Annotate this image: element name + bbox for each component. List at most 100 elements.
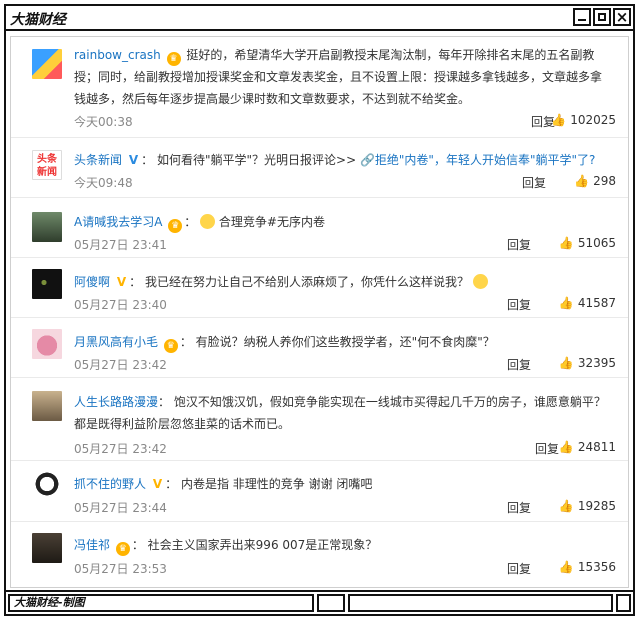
thumbs-up-icon: 👍 [558,560,574,574]
verified-icon: V [116,275,127,289]
like-button[interactable]: 👍 51065 [559,236,616,250]
reply-button[interactable]: 回复 [507,296,531,313]
comment-time: 05月27日 23:53 [74,562,167,576]
comment-text: 合理竞争#无序内卷 [218,215,325,229]
comment-body: 阿傻啊 V： 我已经在努力让自己不给别人添麻烦了，你凭什么这样说我？ [74,271,612,293]
avatar[interactable] [32,49,62,79]
reply-button[interactable]: 回复 [522,174,546,191]
thumbs-up-icon: 👍 [558,296,574,310]
reply-button[interactable]: 回复 [507,356,531,373]
status-bar: 大猫财经-制图 [6,590,633,614]
minimize-icon [578,19,586,21]
like-count: 51065 [577,236,616,250]
comment-item: A请喊我去学习A ♛： 合理竞争#无序内卷 05月27日 23:41 回复 👍 5… [11,198,628,258]
username[interactable]: 头条新闻 [74,153,122,167]
comment-text: 如何看待"躺平学"？光明日报评论>> [156,153,357,167]
username[interactable]: 人生长路路漫漫 [74,395,158,409]
vip-icon: ♛ [115,542,130,556]
avatar[interactable] [32,391,62,421]
like-count: 41587 [577,296,616,310]
thumbs-up-icon: 👍 [551,113,567,127]
like-button[interactable]: 👍 102025 [551,113,616,127]
like-count: 102025 [570,113,616,127]
comment-text: 有脸说？纳税人养你们这些教授学者，还"何不食肉糜"？ [195,335,495,349]
username[interactable]: 阿傻啊 [74,275,110,289]
like-count: 15356 [577,560,616,574]
vip-icon: ♛ [166,52,181,66]
like-button[interactable]: 👍 41587 [559,296,616,310]
comment-body: 冯佳祁 ♛： 社会主义国家弄出来996 007是正常现象？ [74,538,378,556]
close-icon: × [615,8,629,26]
maximize-button[interactable] [593,8,611,26]
minimize-button[interactable] [573,8,591,26]
avatar[interactable] [32,212,62,242]
thumbs-up-icon: 👍 [558,236,574,250]
username[interactable]: rainbow_crash [74,48,161,62]
comment-time: 05月27日 23:42 [74,442,167,456]
thumbs-up-icon: 👍 [558,356,574,370]
article-link[interactable]: 拒绝"内卷"，年轻人开始信奉"躺平学"了? [375,153,595,167]
thumbs-up-icon: 👍 [558,440,574,454]
status-cell [317,594,345,612]
comment-time: 05月27日 23:41 [74,238,167,252]
avatar[interactable] [32,533,62,563]
avatar[interactable] [32,472,62,502]
reply-button[interactable]: 回复 [507,560,531,577]
like-count: 24811 [577,440,616,454]
comment-text: 我已经在努力让自己不给别人添麻烦了，你凭什么这样说我？ [144,275,469,289]
comment-list: rainbow_crash ♛ 挺好的，希望清华大学开启副教授末尾淘汰制，每年开… [10,36,629,588]
comment-item: 阿傻啊 V： 我已经在努力让自己不给别人添麻烦了，你凭什么这样说我？ 05月27… [11,258,628,318]
reply-button[interactable]: 回复 [507,236,531,253]
comment-body: 抓不住的野人 V： 内卷是指 非理性的竞争 谢谢 闭嘴吧 [74,477,373,491]
like-count: 298 [593,174,616,188]
window-title: 大猫财经 [10,12,66,28]
emoji-icon [200,214,216,229]
comment-time: 05月27日 23:44 [74,501,167,515]
comment-body: rainbow_crash ♛ 挺好的，希望清华大学开启副教授末尾淘汰制，每年开… [74,44,612,110]
comment-time: 今天09:48 [74,176,133,190]
resize-grip[interactable] [616,594,631,612]
maximize-icon [598,13,606,21]
emoji-icon [472,274,488,289]
comment-text: 内卷是指 非理性的竞争 谢谢 闭嘴吧 [180,477,373,491]
like-button[interactable]: 👍 24811 [559,440,616,454]
username[interactable]: 冯佳祁 [74,538,110,552]
window-controls: × [573,8,631,26]
title-bar: 大猫财经 × [6,6,633,31]
comment-body: 月黑风高有小毛 ♛： 有脸说？纳税人养你们这些教授学者，还"何不食肉糜"？ [74,335,495,353]
like-count: 32395 [577,356,616,370]
comment-item: rainbow_crash ♛ 挺好的，希望清华大学开启副教授末尾淘汰制，每年开… [11,37,628,138]
comment-time: 今天00:38 [74,115,133,129]
like-button[interactable]: 👍 15356 [559,560,616,574]
comment-body: 人生长路路漫漫： 饱汉不知饿汉饥，假如竞争能实现在一线城市买得起几千万的房子，谁… [74,395,606,431]
credit-text: 大猫财经-制图 [14,596,85,609]
close-button[interactable]: × [613,8,631,26]
username[interactable]: 抓不住的野人 [74,477,146,491]
reply-button[interactable]: 回复 [507,499,531,516]
username[interactable]: A请喊我去学习A [74,215,162,229]
like-button[interactable]: 👍 32395 [559,356,616,370]
like-button[interactable]: 👍 19285 [559,499,616,513]
thumbs-up-icon: 👍 [574,174,590,188]
avatar[interactable] [32,269,62,299]
avatar[interactable] [32,329,62,359]
comment-item: 月黑风高有小毛 ♛： 有脸说？纳税人养你们这些教授学者，还"何不食肉糜"？ 05… [11,318,628,378]
like-button[interactable]: 👍 298 [574,174,616,188]
username[interactable]: 月黑风高有小毛 [74,335,158,349]
comment-item: 人生长路路漫漫： 饱汉不知饿汉饥，假如竞争能实现在一线城市买得起几千万的房子，谁… [11,378,628,461]
status-cell-credit: 大猫财经-制图 [8,594,314,612]
verified-icon: V [128,153,139,167]
comment-body: 头条新闻 V： 如何看待"躺平学"？光明日报评论>> 🔗拒绝"内卷"，年轻人开始… [74,153,596,167]
avatar[interactable]: 头条 新闻 [32,150,62,180]
vip-icon: ♛ [168,219,183,233]
like-count: 19285 [577,499,616,513]
comment-item: 抓不住的野人 V： 内卷是指 非理性的竞争 谢谢 闭嘴吧 05月27日 23:4… [11,461,628,522]
comment-text: 社会主义国家弄出来996 007是正常现象？ [147,538,378,552]
status-cell [348,594,613,612]
comment-time: 05月27日 23:42 [74,358,167,372]
window-frame: 大猫财经 × rainbow_crash ♛ 挺好的，希望清华大学开启副教授末尾… [4,4,635,616]
comment-body: A请喊我去学习A ♛： 合理竞争#无序内卷 [74,214,325,233]
comment-item: 头条 新闻 头条新闻 V： 如何看待"躺平学"？光明日报评论>> 🔗拒绝"内卷"，… [11,138,628,198]
reply-button[interactable]: 回复 [535,440,559,457]
link-icon: 🔗 [359,153,375,167]
